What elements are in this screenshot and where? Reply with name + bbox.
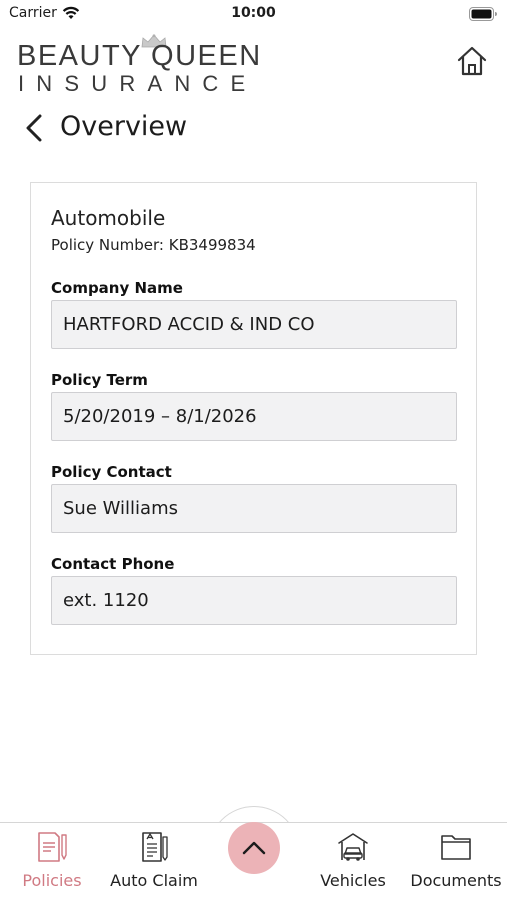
expand-menu-button[interactable] — [228, 822, 280, 874]
home-button[interactable] — [455, 44, 489, 78]
tab-auto-claim[interactable]: Auto Claim — [104, 823, 204, 900]
policy-type: Automobile — [51, 206, 166, 230]
policy-document-icon — [35, 831, 69, 867]
policy-term-label: Policy Term — [51, 371, 148, 389]
policy-contact-field[interactable]: Sue Williams — [51, 484, 457, 533]
contact-phone-label: Contact Phone — [51, 555, 175, 573]
tab-auto-claim-label: Auto Claim — [110, 871, 198, 890]
folder-icon — [440, 831, 472, 867]
contact-phone-field[interactable]: ext. 1120 — [51, 576, 457, 625]
policy-term-field[interactable]: 5/20/2019 – 8/1/2026 — [51, 392, 457, 441]
chevron-up-icon — [242, 841, 266, 855]
chevron-left-icon — [26, 114, 42, 142]
tab-vehicles-label: Vehicles — [320, 871, 386, 890]
policy-contact-value: Sue Williams — [63, 498, 178, 519]
logo-line1: BEAUTY QUEEN — [17, 40, 262, 72]
tab-documents-label: Documents — [410, 871, 502, 890]
battery-icon — [469, 6, 497, 25]
policy-card: Automobile Policy Number: KB3499834 Comp… — [30, 182, 477, 655]
claim-form-icon — [139, 831, 169, 867]
policy-number: Policy Number: KB3499834 — [51, 236, 256, 254]
policy-contact-label: Policy Contact — [51, 463, 172, 481]
brand-logo: BEAUTY QUEEN INSURANCE — [17, 34, 260, 96]
back-button[interactable] — [22, 113, 50, 143]
page-title: Overview — [60, 111, 188, 142]
car-garage-icon — [336, 831, 370, 867]
logo-line2: INSURANCE — [18, 71, 258, 96]
home-icon — [457, 46, 487, 76]
policy-term-value: 5/20/2019 – 8/1/2026 — [63, 406, 257, 427]
tab-policies[interactable]: Policies — [2, 823, 102, 900]
company-name-field[interactable]: HARTFORD ACCID & IND CO — [51, 300, 457, 349]
tab-documents[interactable]: Documents — [406, 823, 506, 900]
tab-policies-label: Policies — [22, 871, 82, 890]
tab-vehicles[interactable]: Vehicles — [303, 823, 403, 900]
status-bar: Carrier 10:00 — [0, 0, 507, 28]
company-name-label: Company Name — [51, 279, 183, 297]
contact-phone-value: ext. 1120 — [63, 590, 149, 611]
company-name-value: HARTFORD ACCID & IND CO — [63, 314, 315, 335]
clock: 10:00 — [231, 5, 276, 21]
